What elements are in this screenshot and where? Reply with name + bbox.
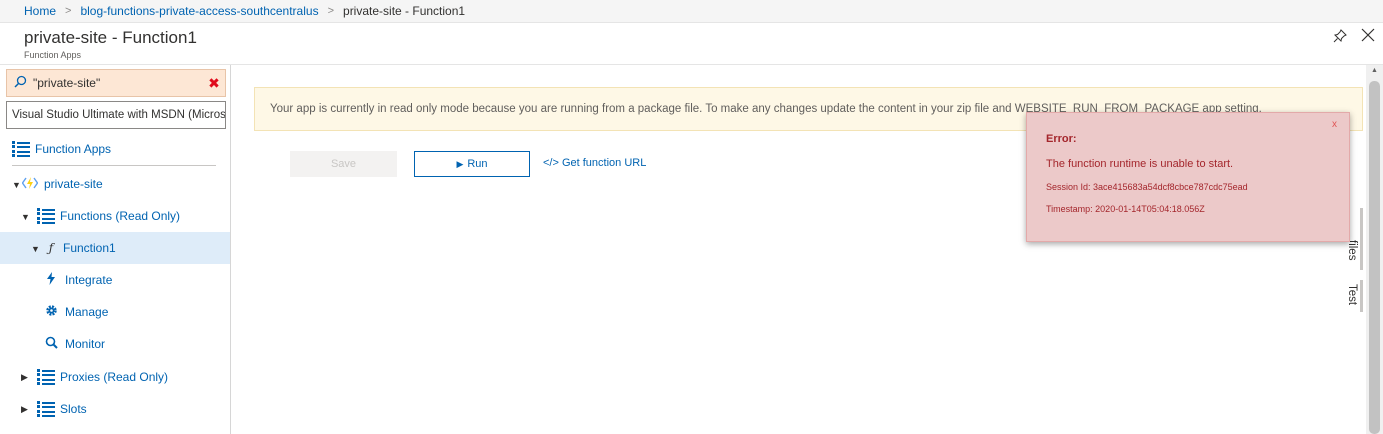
tree-item-functions[interactable]: ▼ Functions (Read Only): [0, 200, 230, 232]
tree-item-manage[interactable]: Manage: [0, 296, 230, 328]
close-icon[interactable]: x: [1332, 119, 1337, 130]
run-button[interactable]: ▶ Run: [414, 151, 530, 177]
tab-indicator: [1360, 280, 1363, 312]
tree-item-monitor[interactable]: Monitor: [0, 328, 230, 360]
sidebar: "private-site" ✖ Visual Studio Ultimate …: [0, 65, 231, 434]
error-session-id: Session Id: 3ace415683a54dcf8cbce787cdc7…: [1046, 182, 1248, 192]
scroll-up-icon[interactable]: ▲: [1366, 67, 1383, 79]
magnifier-icon: [43, 336, 59, 352]
get-function-url-link[interactable]: </> Get function URL: [543, 157, 646, 169]
tree-item-label: Proxies (Read Only): [60, 370, 169, 384]
caret-right-icon[interactable]: ▶: [21, 404, 29, 415]
caret-down-icon[interactable]: ▼: [31, 244, 40, 254]
lightning-icon: [43, 272, 59, 288]
tab-test[interactable]: Test: [1332, 284, 1358, 305]
tree-item-label: Manage: [65, 305, 109, 319]
tab-files[interactable]: files: [1332, 240, 1358, 260]
page-title: private-site - Function1: [24, 28, 197, 47]
close-icon[interactable]: [1361, 27, 1377, 45]
tab-indicator: [1360, 208, 1363, 270]
chevron-right-icon: >: [65, 5, 72, 17]
subscription-select[interactable]: Visual Studio Ultimate with MSDN (Micros…: [6, 101, 226, 129]
vertical-scrollbar[interactable]: ▲: [1366, 65, 1383, 434]
tree-item-function1[interactable]: ▼ ƒ Function1: [0, 232, 230, 264]
title-area: private-site - Function1 Function Apps: [24, 28, 197, 60]
error-message: The function runtime is unable to start.: [1046, 158, 1234, 170]
error-title: Error:: [1046, 133, 1077, 145]
tree-item-integrate[interactable]: Integrate: [0, 264, 230, 296]
function-app-icon: [21, 176, 39, 193]
tree-item-slots[interactable]: ▶ Slots: [0, 393, 230, 425]
search-input[interactable]: "private-site": [33, 76, 203, 90]
function-icon: ƒ: [48, 241, 54, 255]
gear-icon: [43, 304, 59, 320]
function-apps-label: Function Apps: [35, 142, 112, 156]
chevron-right-icon: >: [327, 5, 335, 17]
page-subtitle: Function Apps: [24, 50, 82, 60]
breadcrumb-home[interactable]: Home: [24, 4, 56, 18]
error-notification: Error: x The function runtime is unable …: [1026, 112, 1350, 242]
caret-down-icon[interactable]: ▼: [21, 212, 30, 222]
tree-item-label: Monitor: [65, 337, 106, 351]
list-icon: [37, 401, 55, 417]
list-icon: [37, 369, 55, 385]
breadcrumb-current: private-site - Function1: [343, 4, 466, 18]
search-box[interactable]: "private-site" ✖: [6, 69, 226, 97]
list-icon: [12, 141, 30, 157]
clear-search-icon[interactable]: ✖: [203, 75, 225, 92]
breadcrumb-resource-group[interactable]: blog-functions-private-access-southcentr…: [80, 4, 318, 18]
tree-item-label: Integrate: [65, 273, 113, 287]
pin-icon[interactable]: [1333, 29, 1349, 45]
error-timestamp: Timestamp: 2020-01-14T05:04:18.056Z: [1046, 204, 1205, 214]
run-label: Run: [467, 158, 488, 170]
play-icon: ▶: [456, 158, 464, 169]
tree-item-proxies[interactable]: ▶ Proxies (Read Only): [0, 361, 230, 393]
tree-item-label: private-site: [44, 177, 103, 191]
sidebar-divider: [12, 165, 216, 166]
function-apps-link[interactable]: Function Apps: [12, 139, 111, 159]
tree-item-private-site[interactable]: ▼ private-site: [0, 168, 230, 200]
tree-item-label: Function1: [63, 241, 116, 255]
caret-right-icon[interactable]: ▶: [21, 372, 29, 383]
save-button[interactable]: Save: [290, 151, 397, 177]
breadcrumb: Home > blog-functions-private-access-sou…: [0, 0, 1383, 23]
tree-item-label: Functions (Read Only): [60, 209, 181, 223]
caret-down-icon[interactable]: ▼: [12, 180, 21, 190]
scroll-thumb[interactable]: [1369, 81, 1380, 434]
tree-item-label: Slots: [60, 402, 87, 416]
list-icon: [37, 208, 55, 224]
search-icon: [7, 75, 33, 91]
